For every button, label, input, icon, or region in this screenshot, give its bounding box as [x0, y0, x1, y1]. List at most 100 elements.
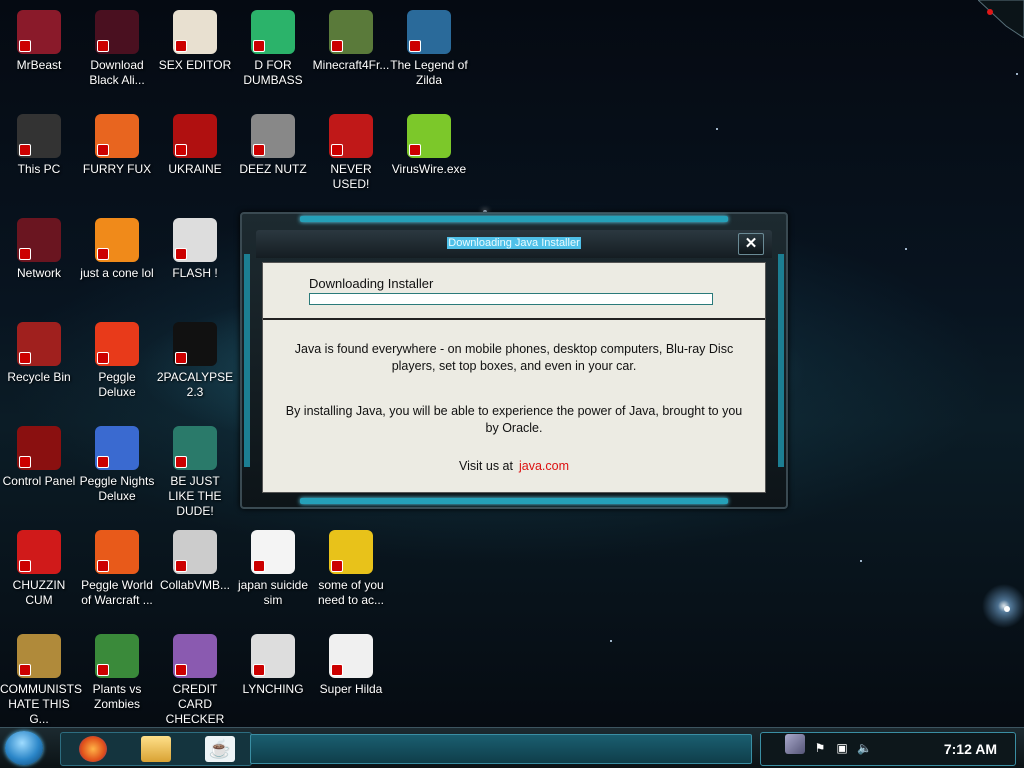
desktop-icon[interactable]: The Legend of Zilda [390, 10, 468, 88]
shortcut-arrow-icon [331, 560, 343, 572]
desktop-icon-label: LYNCHING [242, 682, 304, 696]
desktop-icon[interactable]: some of you need to ac... [312, 530, 390, 608]
shortcut-arrow-icon [19, 248, 31, 260]
firefox-icon[interactable] [79, 736, 107, 762]
desktop-icon-label: CollabVMB... [159, 578, 231, 592]
shortcut-arrow-icon [409, 40, 421, 52]
pinned-apps: ☕ [60, 732, 252, 766]
task-list[interactable] [250, 734, 752, 764]
dog-icon [329, 530, 373, 574]
java-installer-window[interactable]: Downloading Java Installer ✕ Downloading… [240, 212, 788, 509]
document-icon [251, 530, 295, 574]
desktop-icon-label: This PC [17, 162, 61, 176]
desktop-icon[interactable]: FLASH ! [156, 218, 234, 281]
desktop-icon[interactable]: Super Hilda [312, 634, 390, 697]
pixel-character-icon [329, 634, 373, 678]
shortcut-arrow-icon [19, 40, 31, 52]
desktop-icon[interactable]: FURRY FUX [78, 114, 156, 177]
shortcut-arrow-icon [175, 560, 187, 572]
desktop-icon[interactable]: CREDIT CARD CHECKER [156, 634, 234, 727]
desktop-icon[interactable]: SEX EDITOR [156, 10, 234, 73]
desktop-icon[interactable]: DEEZ NUTZ [234, 114, 312, 177]
window-frame-accent [300, 216, 728, 222]
desktop-icon[interactable]: Minecraft4Fr... [312, 10, 390, 73]
desktop-icon[interactable]: NEVER USED! [312, 114, 390, 192]
desktop-icon[interactable]: VirusWire.exe [390, 114, 468, 177]
desktop-icon[interactable]: Peggle Deluxe [78, 322, 156, 400]
shortcut-arrow-icon [331, 144, 343, 156]
desktop-icon[interactable]: LYNCHING [234, 634, 312, 697]
java-icon[interactable]: ☕ [205, 736, 235, 762]
peggle-nights-icon [95, 426, 139, 470]
noose-icon [251, 634, 295, 678]
network-icon[interactable]: ▣ [835, 741, 849, 755]
desktop-icon[interactable]: Peggle Nights Deluxe [78, 426, 156, 504]
window-titlebar[interactable]: Downloading Java Installer ✕ [256, 230, 772, 258]
desktop-icon[interactable]: Recycle Bin [0, 322, 78, 385]
desktop-icon[interactable]: MrBeast [0, 10, 78, 73]
desktop-icon[interactable]: This PC [0, 114, 78, 177]
desktop-icon-label: just a cone lol [80, 266, 154, 280]
chuzzle-icon [17, 530, 61, 574]
downloading-label: Downloading Installer [309, 276, 434, 291]
flag-icon[interactable]: ⚑ [813, 741, 827, 755]
vlc-cone-icon [95, 218, 139, 262]
desktop-icon-label: BE JUST LIKE THE DUDE! [168, 474, 222, 518]
shortcut-arrow-icon [19, 352, 31, 364]
java-link[interactable]: java.com [519, 459, 569, 473]
desktop-icon[interactable]: japan suicide sim [234, 530, 312, 608]
peggle-icon [95, 322, 139, 366]
terminal-icon [173, 322, 217, 366]
desktop-icon[interactable]: BE JUST LIKE THE DUDE! [156, 426, 234, 519]
shortcut-arrow-icon [331, 664, 343, 676]
desktop-icon-label: CHUZZIN CUM [12, 578, 66, 607]
desktop-icon[interactable]: Control Panel [0, 426, 78, 489]
desktop-icon[interactable]: 2PACALYPSE 2.3 [156, 322, 234, 400]
desktop-icon-label: FURRY FUX [82, 162, 152, 176]
desktop-icon[interactable]: CollabVMB... [156, 530, 234, 593]
desktop-icon-label: Peggle World of Warcraft ... [81, 578, 153, 607]
santa-icon [173, 426, 217, 470]
desktop-icon-label: The Legend of Zilda [390, 58, 468, 87]
taskbar: ☕ ⚲ ⚑ ▣ 🔈 7:12 AM [0, 727, 1024, 768]
corner-gadget-icon[interactable] [978, 0, 1024, 38]
volume-icon[interactable]: 🔈 [857, 741, 872, 755]
start-button[interactable] [5, 731, 43, 765]
clock[interactable]: 7:12 AM [944, 741, 997, 757]
network-orb-icon [17, 218, 61, 262]
installer-content: Downloading Installer Java is found ever… [262, 262, 766, 493]
desktop-icon-label: Network [16, 266, 61, 280]
orb-icon [95, 10, 139, 54]
window-frame-accent [300, 498, 728, 504]
desktop-icon[interactable]: COMMUNISTS HATE THIS G... [0, 634, 82, 727]
desktop-icon[interactable]: D FOR DUMBASS [234, 10, 312, 88]
desktop-icon[interactable]: Download Black Ali... [78, 10, 156, 88]
computer-icon [17, 114, 61, 158]
shortcut-arrow-icon [253, 560, 265, 572]
chat-bubble-icon [251, 10, 295, 54]
shortcut-arrow-icon [97, 352, 109, 364]
notification-icon[interactable] [785, 734, 805, 754]
desktop-icon-label: Plants vs Zombies [92, 682, 142, 711]
close-button[interactable]: ✕ [738, 233, 764, 255]
desktop-icon[interactable]: Peggle World of Warcraft ... [78, 530, 156, 608]
stacked-windows-icon [251, 114, 295, 158]
desktop-icon-label: Minecraft4Fr... [312, 58, 390, 72]
desktop-icon[interactable]: just a cone lol [78, 218, 156, 281]
download-progress-bar [309, 293, 713, 305]
desktop-icon[interactable]: Plants vs Zombies [78, 634, 156, 712]
radiation-icon [173, 114, 217, 158]
firefox-icon [95, 114, 139, 158]
desktop-icon[interactable]: UKRAINE [156, 114, 234, 177]
visit-line: Visit us at java.com [263, 459, 765, 473]
window-frame-accent [778, 254, 784, 467]
dev-cpp-icon [329, 114, 373, 158]
shortcut-arrow-icon [19, 144, 31, 156]
shortcut-arrow-icon [331, 40, 343, 52]
desktop-icon[interactable]: CHUZZIN CUM [0, 530, 78, 608]
flash-icon [173, 218, 217, 262]
credit-card-icon [173, 634, 217, 678]
grass-block-icon [329, 10, 373, 54]
desktop-icon[interactable]: Network [0, 218, 78, 281]
file-explorer-icon[interactable] [141, 736, 171, 762]
